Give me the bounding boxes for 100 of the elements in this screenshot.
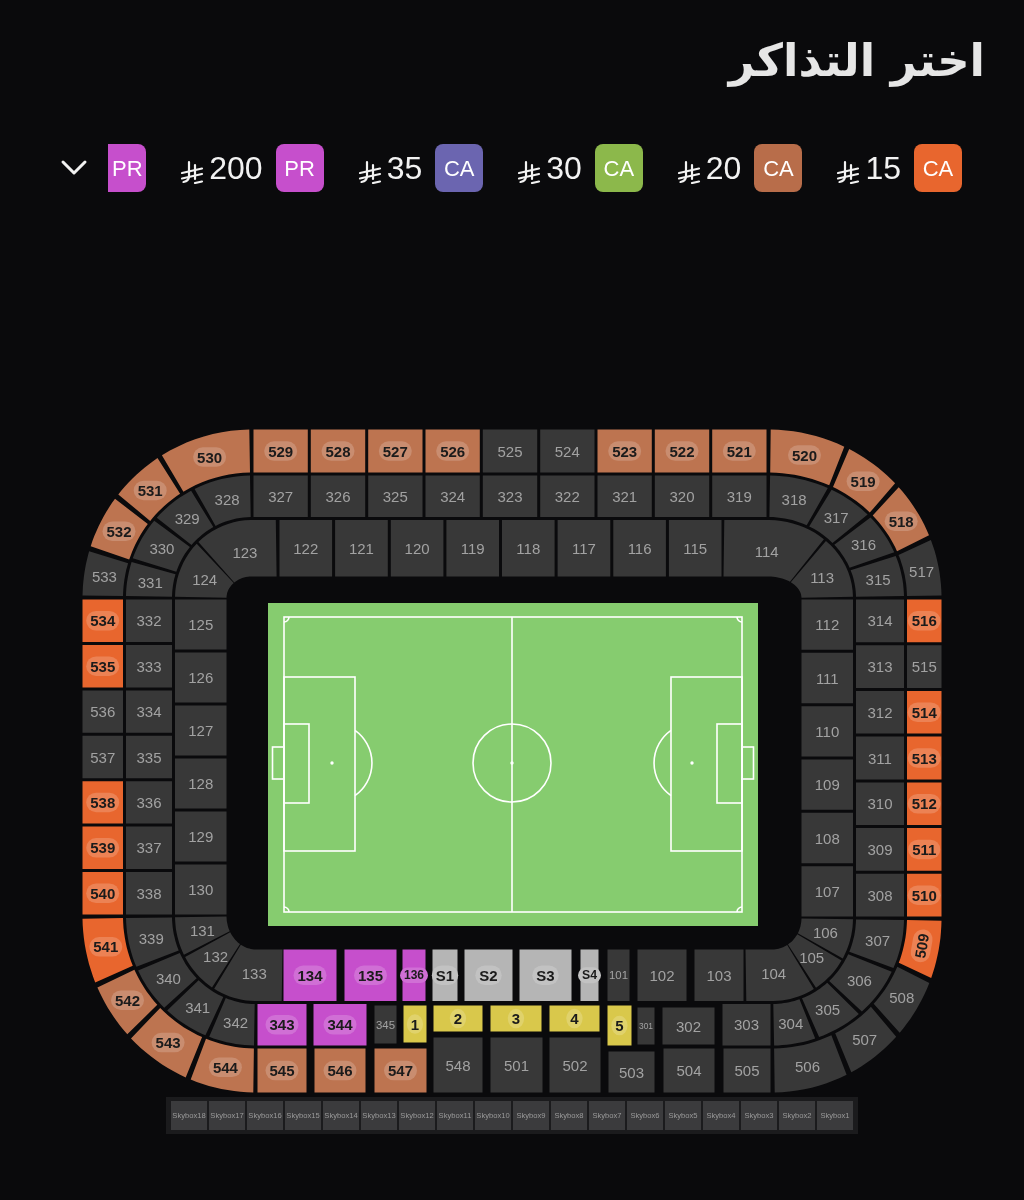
seat-section: 336 bbox=[126, 781, 172, 824]
seat-section[interactable]: 1 bbox=[403, 1005, 427, 1043]
riyal-sign-icon bbox=[676, 160, 701, 184]
seat-section[interactable]: 529 bbox=[253, 429, 308, 473]
seat-section: 107 bbox=[801, 866, 853, 917]
seat-section[interactable]: 136 bbox=[400, 949, 428, 1001]
seat-section: 118 bbox=[502, 520, 555, 577]
seat-section: 102 bbox=[637, 949, 687, 1001]
seat-section: 112 bbox=[801, 599, 853, 650]
seat-section: 312 bbox=[856, 690, 904, 734]
seat-section: 117 bbox=[557, 520, 611, 577]
seat-section[interactable]: 546 bbox=[314, 1048, 366, 1093]
seat-section: 301 bbox=[637, 1007, 655, 1045]
seat-section[interactable]: 512 bbox=[907, 782, 942, 826]
seat-section: 503 bbox=[608, 1051, 655, 1093]
seat-section: 548 bbox=[433, 1037, 483, 1093]
seat-section: 110 bbox=[801, 706, 853, 757]
page-title: اختر التذاكر bbox=[728, 33, 985, 89]
seat-section[interactable]: 540 bbox=[82, 872, 123, 915]
seat-section[interactable]: 509 bbox=[898, 920, 942, 978]
category-tag: CA bbox=[435, 144, 484, 192]
expand-button[interactable] bbox=[60, 159, 89, 177]
seat-section[interactable]: 526 bbox=[425, 429, 480, 473]
chevron-down-icon bbox=[60, 159, 89, 177]
seat-section[interactable]: 2 bbox=[433, 1005, 483, 1032]
seat-section[interactable]: 521 bbox=[712, 429, 767, 473]
seat-section: 122 bbox=[279, 520, 333, 577]
seat-section: 103 bbox=[694, 949, 744, 1001]
seat-section[interactable]: 510 bbox=[907, 873, 942, 917]
seat-section: 309 bbox=[856, 828, 904, 871]
seat-section: 508 bbox=[873, 966, 930, 1033]
seat-section[interactable]: 134 bbox=[283, 949, 337, 1001]
seat-section[interactable]: 511 bbox=[907, 828, 942, 871]
seat-section: 315 bbox=[850, 555, 904, 597]
seat-section: 515 bbox=[907, 645, 942, 688]
price-text: 20 bbox=[705, 152, 742, 184]
seat-section: 116 bbox=[613, 520, 666, 577]
seat-section: 120 bbox=[390, 520, 444, 577]
category-tag: CA bbox=[754, 144, 803, 192]
seat-section: 345 bbox=[374, 1005, 397, 1044]
seat-section[interactable]: 534 bbox=[82, 599, 123, 642]
seat-section[interactable]: S2 bbox=[464, 949, 513, 1001]
seat-section: 109 bbox=[801, 759, 853, 810]
riyal-sign-icon bbox=[517, 160, 542, 184]
seat-section[interactable]: 343 bbox=[257, 1004, 307, 1046]
seat-section[interactable]: 547 bbox=[374, 1048, 427, 1093]
seat-section: 505 bbox=[723, 1048, 771, 1093]
price-text: 15 bbox=[865, 152, 901, 184]
seat-section: 537 bbox=[82, 735, 123, 779]
seat-section[interactable]: 535 bbox=[82, 644, 123, 688]
seat-section[interactable]: 344 bbox=[313, 1004, 367, 1046]
category-tag: PR bbox=[108, 144, 147, 192]
seat-section: 302 bbox=[662, 1007, 715, 1045]
seat-section[interactable]: 523 bbox=[597, 429, 652, 473]
seat-section[interactable]: 135 bbox=[344, 949, 397, 1001]
seat-section[interactable]: S4 bbox=[578, 949, 601, 1001]
seat-section: 342 bbox=[209, 998, 255, 1046]
seat-section[interactable]: 513 bbox=[907, 736, 942, 780]
category-tag: CA bbox=[914, 144, 962, 192]
riyal-sign-icon bbox=[180, 160, 205, 184]
seat-section[interactable]: 545 bbox=[257, 1048, 307, 1093]
seat-section: 321 bbox=[597, 475, 652, 517]
seat-section: 504 bbox=[663, 1048, 715, 1093]
seat-section: 536 bbox=[82, 690, 123, 733]
seat-section: 327 bbox=[253, 475, 308, 517]
seat-section: 121 bbox=[335, 520, 388, 577]
riyal-sign-icon bbox=[357, 160, 382, 184]
seat-section: 314 bbox=[856, 599, 904, 643]
seat-section: 311 bbox=[856, 736, 904, 780]
seat-section[interactable]: 527 bbox=[368, 429, 423, 473]
seat-section[interactable]: 544 bbox=[190, 1038, 254, 1093]
price-text: 200 bbox=[209, 152, 263, 184]
seat-section[interactable]: 3 bbox=[490, 1005, 542, 1032]
seat-section: 501 bbox=[490, 1037, 543, 1093]
seat-section: 313 bbox=[856, 645, 904, 688]
seat-section[interactable]: 5 bbox=[607, 1005, 632, 1046]
seat-section[interactable]: 514 bbox=[907, 690, 942, 734]
seat-section: 338 bbox=[126, 872, 172, 915]
seat-section: 524 bbox=[540, 429, 595, 473]
seat-section[interactable]: 528 bbox=[310, 429, 366, 473]
seat-section: 108 bbox=[801, 812, 853, 864]
seat-section[interactable]: 516 bbox=[907, 599, 942, 643]
seat-section[interactable]: 539 bbox=[82, 826, 123, 870]
seat-section: 126 bbox=[175, 652, 227, 703]
seat-section[interactable]: 4 bbox=[549, 1005, 600, 1032]
seat-section[interactable]: 538 bbox=[82, 781, 123, 824]
seat-section: 111 bbox=[801, 652, 853, 704]
seat-section: 320 bbox=[654, 475, 710, 517]
seat-section: 124 bbox=[175, 543, 234, 598]
seat-section[interactable]: S3 bbox=[519, 949, 572, 1001]
seat-section: 323 bbox=[482, 475, 538, 517]
seat-section: 325 bbox=[368, 475, 423, 517]
seat-section: 128 bbox=[175, 758, 227, 809]
seat-section: 333 bbox=[126, 644, 172, 688]
seat-section[interactable]: S1 bbox=[431, 949, 459, 1001]
seat-section: 335 bbox=[126, 735, 172, 779]
seat-section: 115 bbox=[668, 520, 722, 577]
seat-section: 307 bbox=[849, 919, 904, 968]
seat-section[interactable]: 522 bbox=[654, 429, 710, 473]
seat-section: 101 bbox=[607, 949, 630, 1001]
